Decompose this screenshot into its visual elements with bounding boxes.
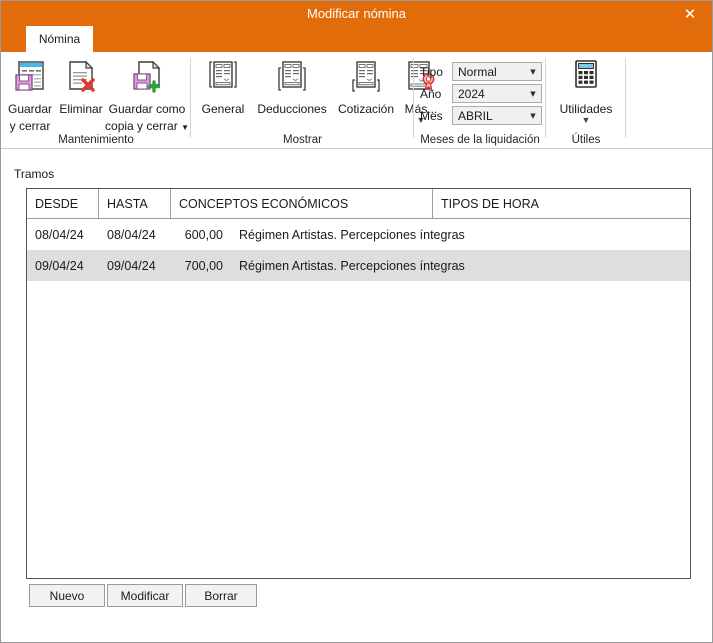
nuevo-button[interactable]: Nuevo	[29, 584, 105, 607]
utilidades-button[interactable]: Utilidades ▼	[552, 55, 620, 125]
tipo-value: Normal	[458, 64, 497, 79]
utilidades-label: Utilidades	[559, 102, 613, 116]
group-separator-4	[625, 58, 626, 138]
tramos-grid: DESDE HASTA CONCEPTOS ECONÓMICOS TIPOS D…	[26, 188, 691, 579]
save-and-close-label-1: Guardar	[7, 102, 53, 116]
tab-strip: Nómina	[1, 26, 712, 52]
title-bar: Modificar nómina ✕	[1, 1, 712, 26]
borrar-button[interactable]: Borrar	[185, 584, 257, 607]
close-icon[interactable]: ✕	[668, 1, 712, 26]
general-label: General	[201, 102, 245, 116]
field-tipo-label: Tipo	[420, 64, 443, 79]
tab-nomina[interactable]: Nómina	[26, 26, 93, 52]
field-mes-label: Mes	[420, 108, 443, 123]
cell-concepto: Régimen Artistas. Percepciones íntegras	[239, 258, 465, 273]
tipo-select[interactable]: Normal ▼	[452, 62, 542, 81]
mes-value: ABRIL	[458, 108, 493, 123]
field-mes: Mes ABRIL ▼	[420, 106, 542, 125]
document-contribution-icon	[348, 58, 384, 99]
ribbon-group-mostrar: General Deducciones Cotización Más... ▼ …	[191, 52, 437, 148]
document-general-icon	[205, 58, 241, 99]
delete-document-icon	[63, 58, 99, 99]
group-label-utiles: Útiles	[571, 134, 601, 146]
window-title: Modificar nómina	[307, 6, 406, 21]
deducciones-button[interactable]: Deducciones	[253, 55, 331, 116]
table-row[interactable]: 09/04/24 09/04/24 700,00 Régimen Artista…	[27, 250, 690, 281]
cotizacion-button[interactable]: Cotización	[333, 55, 399, 116]
cell-desde: 08/04/24	[35, 227, 84, 242]
field-tipo: Tipo Normal ▼	[420, 62, 542, 81]
ano-select[interactable]: 2024 ▼	[452, 84, 542, 103]
deducciones-label: Deducciones	[257, 102, 327, 116]
ribbon-group-utiles: Utilidades ▼ Útiles	[546, 52, 626, 148]
save-and-close-button[interactable]: Guardar y cerrar	[4, 55, 56, 133]
chevron-down-icon[interactable]: ▼	[582, 116, 591, 125]
modificar-nomina-window: Modificar nómina ✕ Nómina Guardar y cerr…	[0, 0, 713, 643]
grid-header-row: DESDE HASTA CONCEPTOS ECONÓMICOS TIPOS D…	[27, 189, 690, 219]
column-header-desde[interactable]: DESDE	[27, 189, 99, 218]
delete-button[interactable]: Eliminar	[58, 55, 104, 116]
group-label-mantenimiento: Mantenimiento	[58, 134, 134, 146]
calculator-icon	[568, 58, 604, 99]
general-button[interactable]: General	[195, 55, 251, 116]
chevron-down-icon[interactable]: ▼	[525, 85, 541, 102]
chevron-down-icon[interactable]: ▼	[525, 107, 541, 124]
field-ano-label: Año	[420, 86, 442, 101]
cell-hasta: 09/04/24	[107, 258, 156, 273]
group-label-meses-liquidacion: Meses de la liquidación	[420, 134, 540, 146]
chevron-down-icon[interactable]: ▼	[525, 63, 541, 80]
save-and-close-icon	[12, 58, 48, 99]
ribbon-group-meses-liquidacion: Tipo Normal ▼ Año 2024 ▼ Mes ABRIL ▼ Mes…	[414, 52, 546, 148]
save-copy-icon	[129, 58, 165, 99]
mes-select[interactable]: ABRIL ▼	[452, 106, 542, 125]
cell-concepto: Régimen Artistas. Percepciones íntegras	[239, 227, 465, 242]
group-label-mostrar: Mostrar	[283, 134, 322, 146]
ribbon: Guardar y cerrar Eliminar Guardar como c…	[1, 52, 712, 149]
cotizacion-label: Cotización	[337, 102, 395, 116]
cell-desde: 09/04/24	[35, 258, 84, 273]
chevron-down-icon[interactable]: ▼	[181, 123, 189, 132]
save-as-copy-button[interactable]: Guardar como copia y cerrar ▼	[105, 55, 189, 135]
cell-hasta: 08/04/24	[107, 227, 156, 242]
section-label-tramos: Tramos	[14, 167, 55, 181]
save-as-copy-label-2: copia y cerrar ▼	[105, 119, 189, 135]
column-header-conceptos-economicos[interactable]: CONCEPTOS ECONÓMICOS	[171, 189, 433, 218]
cell-importe: 700,00	[184, 258, 223, 273]
save-and-close-label-2: y cerrar	[9, 119, 51, 133]
table-row[interactable]: 08/04/24 08/04/24 600,00 Régimen Artista…	[27, 219, 690, 250]
column-header-hasta[interactable]: HASTA	[99, 189, 171, 218]
document-deductions-icon	[274, 58, 310, 99]
cell-importe: 600,00	[184, 227, 223, 242]
delete-label: Eliminar	[59, 102, 103, 116]
save-as-copy-label-2-text: copia y cerrar	[105, 119, 178, 133]
save-as-copy-label-1: Guardar como	[108, 102, 186, 116]
column-header-tipos-de-hora[interactable]: TIPOS DE HORA	[433, 189, 690, 218]
ribbon-group-mantenimiento: Guardar y cerrar Eliminar Guardar como c…	[1, 52, 191, 148]
modificar-button[interactable]: Modificar	[107, 584, 183, 607]
field-ano: Año 2024 ▼	[420, 84, 542, 103]
ano-value: 2024	[458, 86, 485, 101]
